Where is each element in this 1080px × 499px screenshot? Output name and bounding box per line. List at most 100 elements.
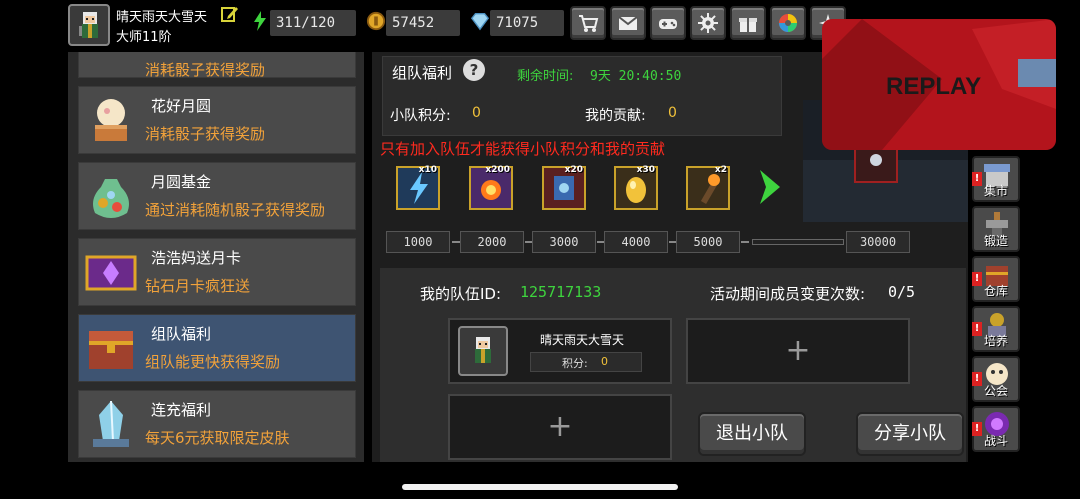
knight-avatar-icon (475, 337, 491, 363)
replay-label: REPLAY (886, 73, 982, 100)
team-id-value: 125717133 (520, 283, 602, 301)
event-list[interactable]: 消耗骰子获得奖励 花好月圆 消耗骰子获得奖励 月圆基金 通过消耗随机骰子获得奖励… (68, 52, 364, 462)
gold-coin-icon (366, 11, 386, 31)
member-score-label: 积分: (562, 357, 588, 370)
mail-button[interactable] (610, 6, 646, 40)
side-menu-label: 公会 (983, 384, 1008, 398)
remaining-time: 9天 20:40:50 (590, 69, 682, 84)
milestone: 5000 (676, 231, 740, 253)
milestone-final: 30000 (846, 231, 910, 253)
color-wheel-button[interactable] (770, 6, 806, 40)
next-arrow-icon[interactable] (756, 166, 786, 208)
color-wheel-icon (779, 14, 797, 32)
team-score-label: 小队积分: (390, 108, 451, 124)
mail-icon (618, 16, 638, 30)
reward-quantity: x200 (485, 165, 510, 175)
milestone: 2000 (460, 231, 524, 253)
event-title: 组队福利 (392, 64, 453, 82)
side-menu-guild[interactable]: ! 公会 (972, 356, 1020, 402)
reward-slot[interactable]: x10 (396, 165, 440, 210)
list-item-monthly-card[interactable]: 浩浩妈送月卡 钻石月卡疯狂送 (78, 238, 356, 306)
reward-slot[interactable]: x200 (469, 165, 513, 210)
side-menu-label: 培养 (983, 334, 1008, 348)
team-score-value: 0 (472, 105, 481, 121)
member-name: 晴天雨天大雪天 (540, 333, 625, 347)
settings-button[interactable] (690, 6, 726, 40)
player-name: 晴天雨天大雪天 (116, 10, 208, 25)
shop-button[interactable] (570, 6, 606, 40)
side-menu-label: 锻造 (983, 234, 1008, 248)
join-team-warning: 只有加入队伍才能获得小队积分和我的贡献 (380, 140, 666, 158)
list-item-title: 浩浩妈送月卡 (151, 249, 242, 267)
side-menu-battle[interactable]: ! 战斗 (972, 406, 1020, 452)
side-menu-warehouse[interactable]: ! 仓库 (972, 256, 1020, 302)
contribution-value: 0 (668, 105, 677, 121)
side-menu-label: 集市 (983, 184, 1008, 198)
treasure-bag-icon (93, 179, 129, 218)
edit-name-icon[interactable] (221, 5, 239, 23)
side-menu-forge[interactable]: 锻造 (972, 206, 1020, 252)
contribution-label: 我的贡献: (585, 108, 646, 124)
plus-icon: + (547, 409, 573, 444)
energy-counter: 311/120 (270, 10, 356, 36)
list-item-desc: 每天6元获取限定皮肤 (145, 429, 290, 447)
list-item-title: 组队福利 (151, 325, 212, 343)
reward-slot[interactable]: x20 (542, 165, 586, 210)
gamepad-button[interactable] (650, 6, 686, 40)
reward-quantity: x20 (564, 165, 583, 175)
list-item-partial[interactable]: 消耗骰子获得奖励 (78, 52, 356, 79)
add-member-slot[interactable]: + (686, 318, 910, 384)
webcam-thumbnail (1018, 59, 1056, 87)
gold-counter: 57452 (386, 10, 460, 36)
side-menu-label: 战斗 (983, 434, 1008, 448)
home-indicator[interactable] (402, 484, 678, 490)
team-member-slot[interactable] (448, 318, 672, 384)
ice-crystal-icon (93, 400, 129, 447)
member-avatar (458, 326, 508, 376)
mooncake-icon (95, 99, 127, 141)
reward-slot[interactable]: x30 (614, 165, 658, 210)
list-item-desc: 组队能更快获得奖励 (145, 353, 281, 371)
member-change-value: 0/5 (888, 283, 916, 301)
treasure-chest-icon (89, 331, 133, 369)
share-team-button[interactable]: 分享小队 (856, 412, 964, 456)
list-item-desc: 消耗骰子获得奖励 (145, 125, 266, 143)
shopping-cart-icon (579, 15, 599, 32)
plus-icon: + (785, 333, 811, 368)
leave-team-button[interactable]: 退出小队 (698, 412, 806, 456)
help-icon[interactable]: ? (463, 59, 485, 81)
reward-quantity: x10 (418, 165, 437, 175)
list-item-title: 花好月圆 (151, 97, 212, 115)
list-item-moon-festival[interactable]: 花好月圆 消耗骰子获得奖励 (78, 86, 356, 154)
milestone: 4000 (604, 231, 668, 253)
reward-slot[interactable]: x2 (686, 165, 730, 210)
milestone: 1000 (386, 231, 450, 253)
milestone-connector (452, 241, 460, 243)
side-menu-training[interactable]: ! 培养 (972, 306, 1020, 352)
score-progress-bar (752, 239, 844, 245)
gem-icon (470, 13, 490, 31)
knight-avatar-icon (79, 12, 98, 38)
energy-icon (254, 11, 266, 31)
player-rank: 大师11阶 (116, 30, 172, 45)
side-menu-label: 仓库 (983, 284, 1008, 298)
gamepad-icon (659, 19, 677, 29)
replay-overlay[interactable]: REPLAY (822, 19, 1056, 150)
list-item-moon-fund[interactable]: 月圆基金 通过消耗随机骰子获得奖励 (78, 162, 356, 230)
list-item-recharge-bonus[interactable]: 连充福利 每天6元获取限定皮肤 (78, 390, 356, 458)
player-avatar[interactable] (68, 4, 110, 46)
side-menu-market[interactable]: ! 集市 (972, 156, 1020, 202)
reward-quantity: x2 (714, 165, 727, 175)
reward-quantity: x30 (636, 165, 655, 175)
add-member-slot[interactable]: + (448, 394, 672, 460)
gift-button[interactable] (730, 6, 766, 40)
member-change-label: 活动期间成员变更次数: (710, 285, 866, 303)
list-item-desc: 钻石月卡疯狂送 (145, 277, 251, 295)
list-item-title: 连充福利 (151, 401, 212, 419)
gear-icon (698, 13, 718, 33)
list-item-desc: 消耗骰子获得奖励 (145, 61, 266, 79)
list-item-team-bonus[interactable]: 组队福利 组队能更快获得奖励 (78, 314, 356, 382)
list-item-title: 月圆基金 (151, 173, 212, 191)
gem-counter: 71075 (490, 10, 564, 36)
game-screen: 晴天雨天大雪天 大师11阶 311/120 57452 71075 消耗骰子获得… (0, 0, 1080, 499)
